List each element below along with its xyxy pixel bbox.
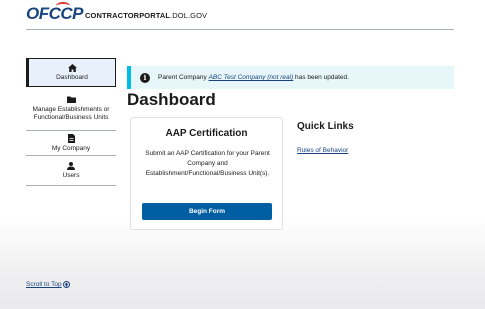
card-description: Submit an AAP Certification for your Par…: [145, 150, 270, 177]
info-icon: i: [140, 72, 150, 83]
sidebar-item-manage-establishments[interactable]: Manage Establishments or Functional/Busi…: [26, 87, 116, 131]
sidebar-item-my-company[interactable]: My Company: [26, 131, 116, 156]
site-name-bold: CONTRACTORPORTAL: [85, 11, 171, 20]
sidebar-item-label: Manage Establishments or Functional/Busi…: [32, 106, 110, 121]
alert-prefix: Parent Company: [158, 74, 209, 81]
logo-text: OFCCP: [26, 4, 84, 23]
success-alert: i Parent Company ABC Test Company (not r…: [127, 66, 454, 89]
scroll-to-top-label: Scroll to Top: [26, 281, 62, 288]
site-name-domain: .DOL.GOV: [170, 11, 208, 20]
company-link[interactable]: ABC Test Company (not real): [209, 74, 294, 81]
card-title: AAP Certification: [165, 128, 248, 139]
sidebar-item-label: Users: [62, 172, 80, 179]
site-header: OFCCP CONTRACTORPORTAL.DOL.GOV: [0, 0, 485, 30]
alert-suffix: has been updated.: [293, 74, 349, 81]
document-icon: [67, 133, 75, 143]
home-icon: [67, 63, 77, 72]
site-name[interactable]: CONTRACTORPORTAL.DOL.GOV: [85, 11, 207, 20]
page-title: Dashboard: [127, 90, 216, 109]
sidebar-item-label: Dashboard: [56, 74, 88, 81]
aap-certification-card: AAP Certification Submit an AAP Certific…: [130, 117, 283, 230]
rules-of-behavior-link[interactable]: Rules of Behavior: [297, 147, 348, 154]
side-navigation: Dashboard Manage Establishments or Funct…: [26, 58, 116, 186]
ofccp-logo[interactable]: OFCCP: [26, 2, 84, 24]
header-divider: [26, 29, 454, 30]
sidebar-item-label: My Company: [51, 144, 91, 152]
scroll-to-top-link[interactable]: Scroll to Top: [26, 281, 70, 288]
quick-links-title: Quick Links: [297, 121, 354, 132]
folder-icon: [66, 95, 76, 104]
sidebar-item-dashboard[interactable]: Dashboard: [26, 58, 116, 87]
alert-message: Parent Company ABC Test Company (not rea…: [158, 74, 349, 81]
arrow-up-icon: [62, 281, 70, 288]
begin-form-button[interactable]: Begin Form: [142, 203, 272, 220]
user-icon: [67, 161, 75, 170]
logo-swoosh: [56, 2, 70, 10]
sidebar-item-users[interactable]: Users: [26, 156, 116, 186]
